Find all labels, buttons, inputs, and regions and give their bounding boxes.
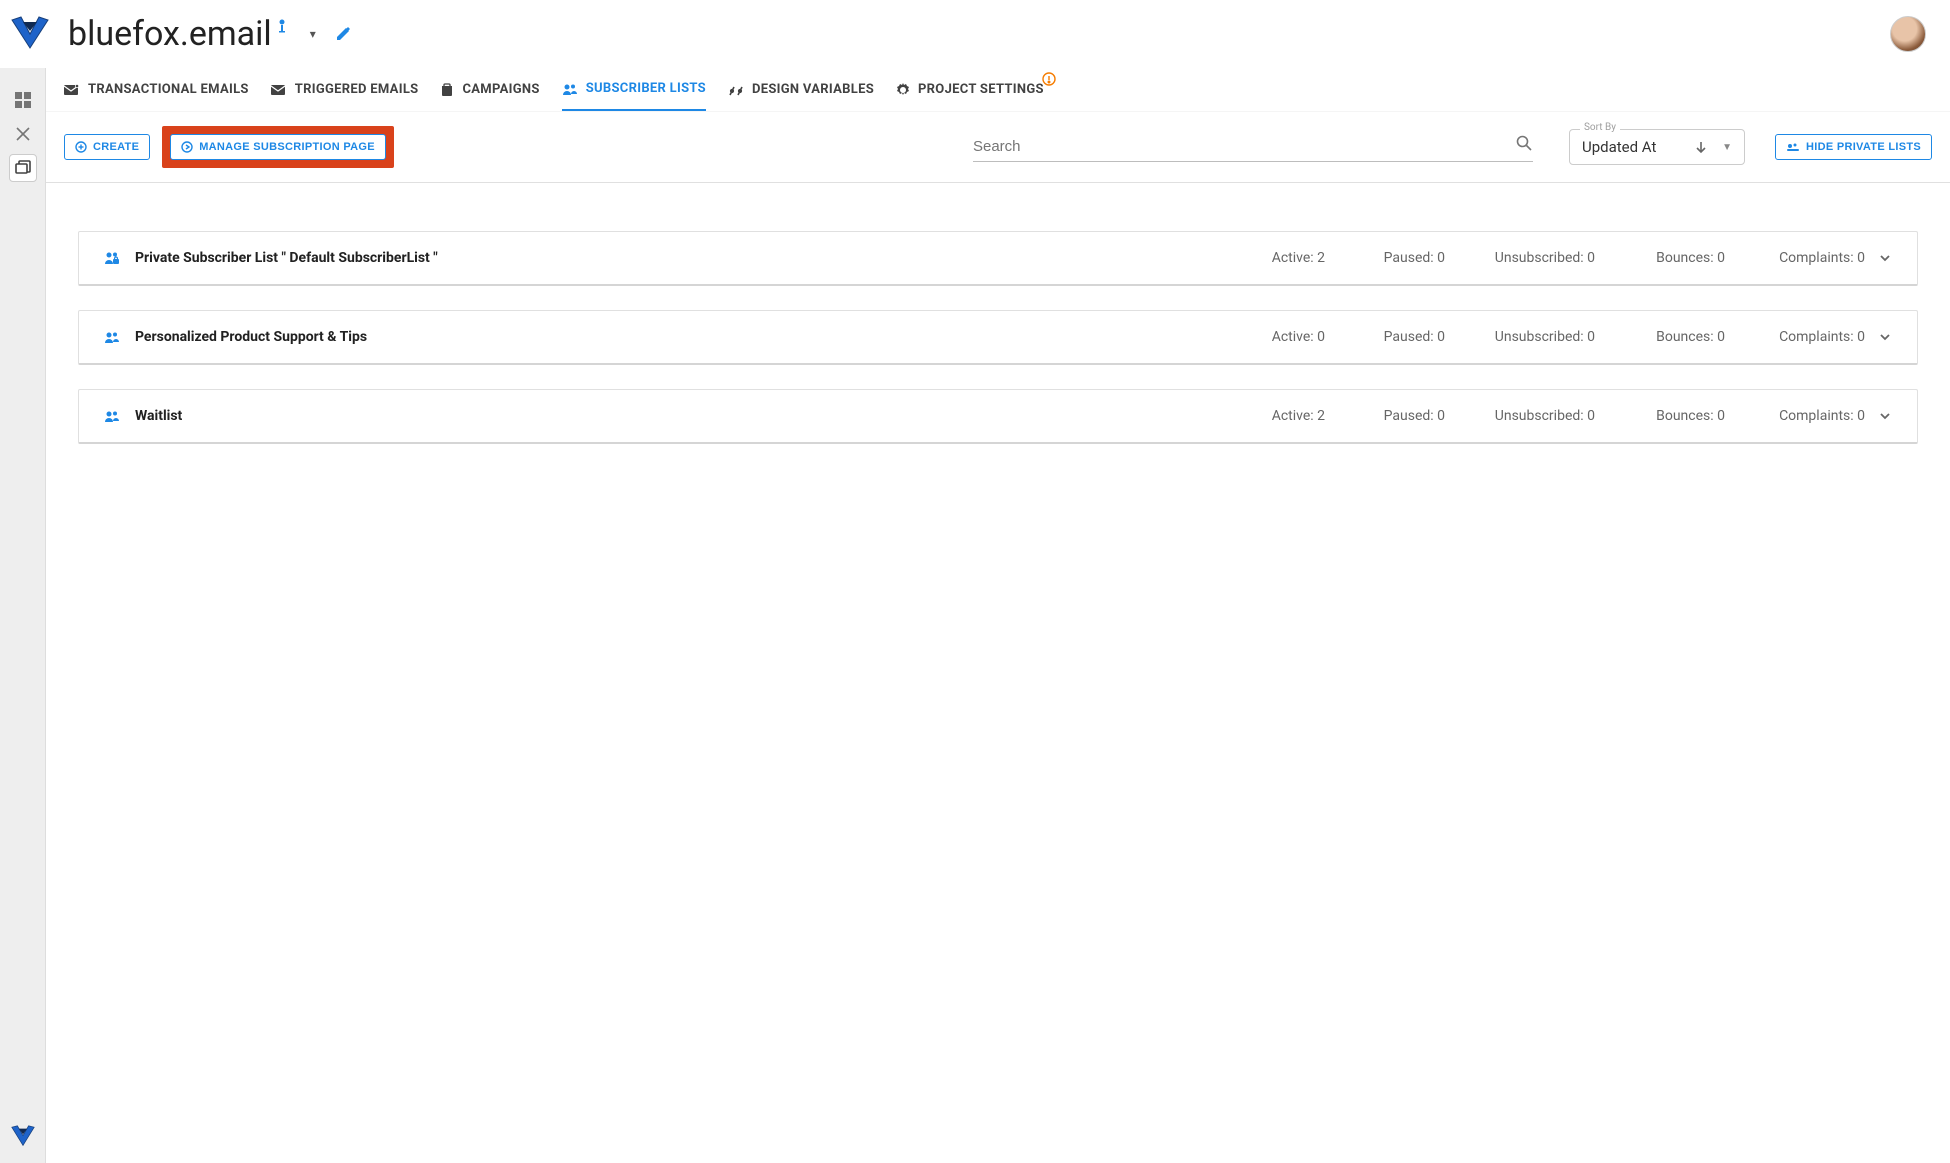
brand-name: bluefox.email (68, 14, 272, 54)
stat-active: Active: 2 (1215, 408, 1325, 424)
sort-direction-icon[interactable] (1694, 140, 1708, 154)
manage-subscription-page-button-label: MANAGE SUBSCRIPTION PAGE (199, 141, 375, 153)
tab-campaigns[interactable]: CAMPAIGNS (440, 68, 539, 111)
tab-label: TRANSACTIONAL EMAILS (88, 82, 249, 97)
list-row[interactable]: Waitlist Active: 2 Paused: 0 Unsubscribe… (78, 389, 1918, 444)
search-input-wrap (973, 132, 1533, 162)
tab-icon (64, 84, 80, 96)
chevron-down-icon[interactable] (1877, 329, 1893, 345)
stat-active: Active: 0 (1215, 329, 1325, 345)
tab-triggered-emails[interactable]: TRIGGERED EMAILS (271, 68, 419, 111)
brand[interactable]: bluefox.email ▾ (10, 14, 370, 54)
tab-label: TRIGGERED EMAILS (295, 82, 419, 97)
tab-label: CAMPAIGNS (462, 82, 539, 97)
dashboard-icon[interactable] (9, 86, 37, 114)
brand-dropdown-icon[interactable]: ▾ (310, 27, 316, 41)
logo-small-icon (9, 1123, 37, 1151)
design-tools-icon[interactable] (334, 25, 370, 43)
action-row: CREATE MANAGE SUBSCRIPTION PAGE (46, 112, 1950, 183)
list-name: Private Subscriber List " Default Subscr… (135, 250, 1215, 266)
stat-bounces: Bounces: 0 (1595, 329, 1725, 345)
tab-label: DESIGN VARIABLES (752, 82, 874, 97)
create-button-label: CREATE (93, 141, 139, 153)
group-icon (103, 409, 121, 423)
hide-private-lists-button-label: HIDE PRIVATE LISTS (1806, 141, 1921, 153)
tab-icon (728, 83, 744, 97)
stat-paused: Paused: 0 (1325, 408, 1445, 424)
tab-project-settings[interactable]: PROJECT SETTINGS (896, 68, 1044, 111)
tab-label: SUBSCRIBER LISTS (586, 81, 706, 96)
list-row[interactable]: Private Subscriber List " Default Subscr… (78, 231, 1918, 286)
alert-icon (1042, 72, 1056, 86)
search-input[interactable] (973, 132, 1533, 161)
brand-status-icon (276, 19, 306, 33)
tab-transactional-emails[interactable]: TRANSACTIONAL EMAILS (64, 68, 249, 111)
tab-subscriber-lists[interactable]: SUBSCRIBER LISTS (562, 68, 706, 111)
stat-paused: Paused: 0 (1325, 329, 1445, 345)
stat-paused: Paused: 0 (1325, 250, 1445, 266)
chevron-down-icon[interactable] (1877, 250, 1893, 266)
sort-by-label: Sort By (1580, 122, 1620, 133)
avatar[interactable] (1890, 16, 1926, 52)
stat-active: Active: 2 (1215, 250, 1325, 266)
arrow-circle-icon (181, 141, 193, 153)
hide-icon (1786, 141, 1800, 153)
stat-complaints: Complaints: 0 (1725, 408, 1865, 424)
left-rail (0, 0, 46, 1163)
tab-icon (562, 82, 578, 96)
stat-unsubscribed: Unsubscribed: 0 (1445, 408, 1595, 424)
tab-icon (440, 83, 454, 97)
tab-icon (896, 83, 910, 97)
stat-unsubscribed: Unsubscribed: 0 (1445, 250, 1595, 266)
highlight-box: MANAGE SUBSCRIPTION PAGE (162, 126, 394, 168)
list-area: Private Subscriber List " Default Subscr… (46, 183, 1950, 492)
stat-complaints: Complaints: 0 (1725, 250, 1865, 266)
sort-by-value: Updated At (1582, 138, 1694, 156)
tab-design-variables[interactable]: DESIGN VARIABLES (728, 68, 874, 111)
create-button[interactable]: CREATE (64, 134, 150, 160)
tabs: TRANSACTIONAL EMAILS TRIGGERED EMAILS CAMP… (46, 68, 1950, 112)
plus-circle-icon (75, 141, 87, 153)
sort-by-select[interactable]: Sort By Updated At ▼ (1569, 129, 1745, 165)
group-icon (103, 330, 121, 344)
chevron-down-icon[interactable] (1877, 408, 1893, 424)
stat-complaints: Complaints: 0 (1725, 329, 1865, 345)
search-icon[interactable] (1515, 134, 1533, 152)
manage-subscription-page-button[interactable]: MANAGE SUBSCRIPTION PAGE (170, 134, 386, 160)
hide-private-lists-button[interactable]: HIDE PRIVATE LISTS (1775, 134, 1932, 160)
dropdown-caret-icon[interactable]: ▼ (1722, 142, 1732, 153)
list-name: Waitlist (135, 408, 1215, 424)
list-row[interactable]: Personalized Product Support & Tips Acti… (78, 310, 1918, 365)
stat-unsubscribed: Unsubscribed: 0 (1445, 329, 1595, 345)
tab-icon (271, 84, 287, 96)
tab-label: PROJECT SETTINGS (918, 82, 1044, 97)
folders-icon[interactable] (9, 154, 37, 182)
stat-bounces: Bounces: 0 (1595, 250, 1725, 266)
private-list-icon (103, 250, 121, 266)
stat-bounces: Bounces: 0 (1595, 408, 1725, 424)
list-name: Personalized Product Support & Tips (135, 329, 1215, 345)
logo-icon (10, 14, 50, 54)
tools-icon[interactable] (9, 120, 37, 148)
